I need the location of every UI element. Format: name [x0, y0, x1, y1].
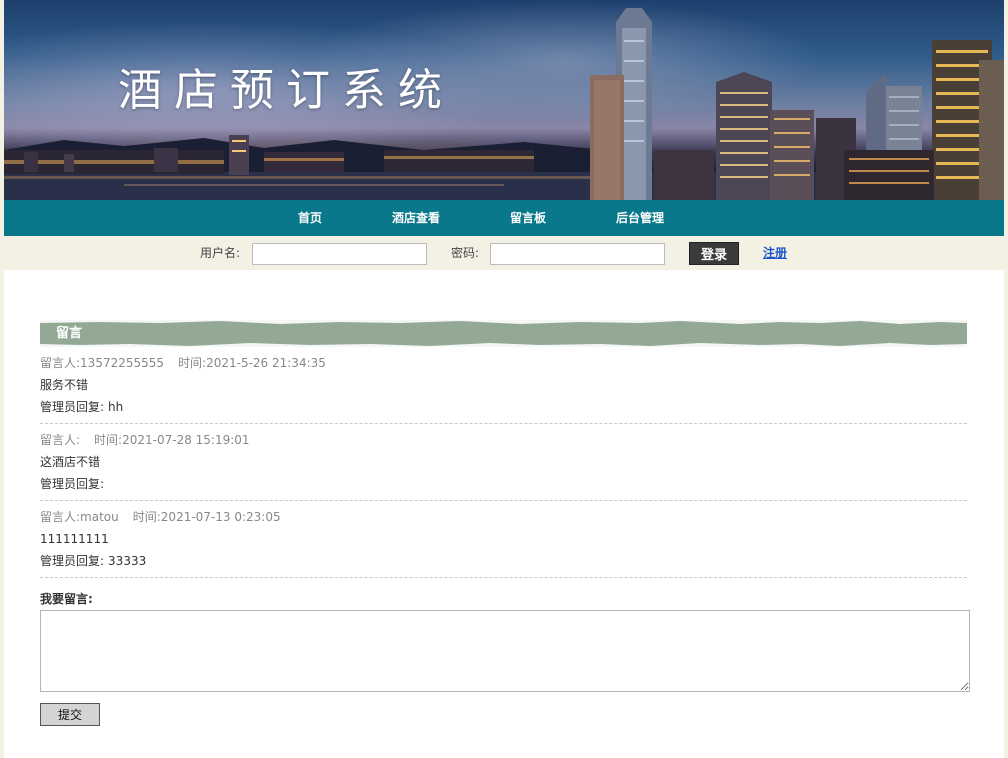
nav-item-message-board[interactable]: 留言板: [510, 200, 546, 236]
compose-label: 我要留言:: [40, 592, 93, 606]
nav-item-home[interactable]: 首页: [298, 200, 322, 236]
nav-item-hotel-view[interactable]: 酒店查看: [392, 200, 440, 236]
divider: [40, 577, 967, 578]
message-content: 服务不错: [40, 378, 89, 392]
message-content: 111111111: [40, 532, 109, 546]
page: 酒店预订系统 首页 酒店查看 留言板 后台管理 用户名: 密码: 登录 注册 留…: [4, 0, 1004, 758]
message-author: matou: [80, 510, 119, 524]
divider: [40, 500, 967, 501]
password-label: 密码:: [451, 246, 480, 260]
admin-reply: 管理员回复:: [40, 477, 105, 491]
message-meta: 留言人: 时间:2021-07-28 15:19:01: [40, 433, 250, 447]
login-bar: 用户名: 密码: 登录 注册: [4, 236, 1004, 270]
submit-button[interactable]: 提交: [40, 703, 100, 726]
message-section-header: 留言: [40, 320, 967, 347]
username-input[interactable]: [252, 243, 427, 265]
message-textarea[interactable]: [40, 610, 970, 692]
message-item: 留言人:matou 时间:2021-07-13 0:23:05 111111111…: [40, 506, 967, 578]
divider: [40, 423, 967, 424]
section-title: 留言: [56, 326, 83, 341]
password-input[interactable]: [490, 243, 665, 265]
register-link[interactable]: 注册: [763, 236, 787, 270]
site-title: 酒店预订系统: [118, 65, 454, 116]
message-author: 13572255555: [80, 356, 165, 370]
admin-reply-text: 33333: [108, 554, 147, 568]
username-label: 用户名:: [200, 246, 241, 260]
login-button[interactable]: 登录: [689, 242, 739, 265]
admin-reply: 管理员回复: hh: [40, 400, 124, 414]
message-time: 2021-07-13 0:23:05: [160, 510, 281, 524]
admin-reply-text: hh: [108, 400, 124, 414]
message-time: 2021-5-26 21:34:35: [206, 356, 326, 370]
message-item: 留言人: 时间:2021-07-28 15:19:01 这酒店不错 管理员回复:: [40, 429, 967, 501]
brush-edge-decoration: [40, 320, 967, 347]
admin-reply: 管理员回复: 33333: [40, 554, 147, 568]
nav-item-admin[interactable]: 后台管理: [616, 200, 664, 236]
message-content: 这酒店不错: [40, 455, 101, 469]
message-meta: 留言人:13572255555 时间:2021-5-26 21:34:35: [40, 356, 326, 370]
header-banner: 酒店预订系统: [4, 0, 1004, 200]
message-item: 留言人:13572255555 时间:2021-5-26 21:34:35 服务不…: [40, 352, 967, 424]
main-nav: 首页 酒店查看 留言板 后台管理: [4, 200, 1004, 236]
message-meta: 留言人:matou 时间:2021-07-13 0:23:05: [40, 510, 281, 524]
message-time: 2021-07-28 15:19:01: [122, 433, 250, 447]
